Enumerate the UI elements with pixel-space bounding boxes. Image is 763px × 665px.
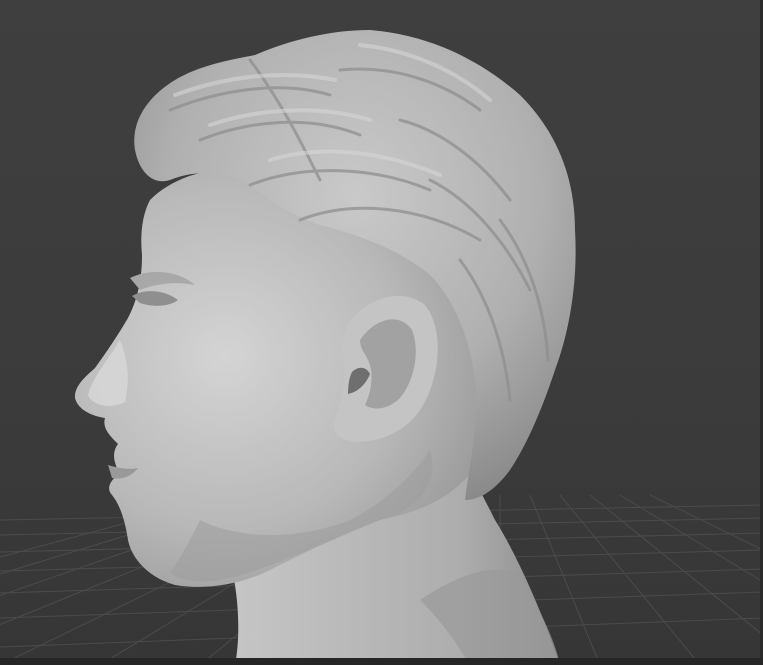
viewport-canvas[interactable] [0, 0, 763, 665]
viewport-edge-bottom [0, 658, 763, 665]
3d-viewport[interactable] [0, 0, 763, 665]
